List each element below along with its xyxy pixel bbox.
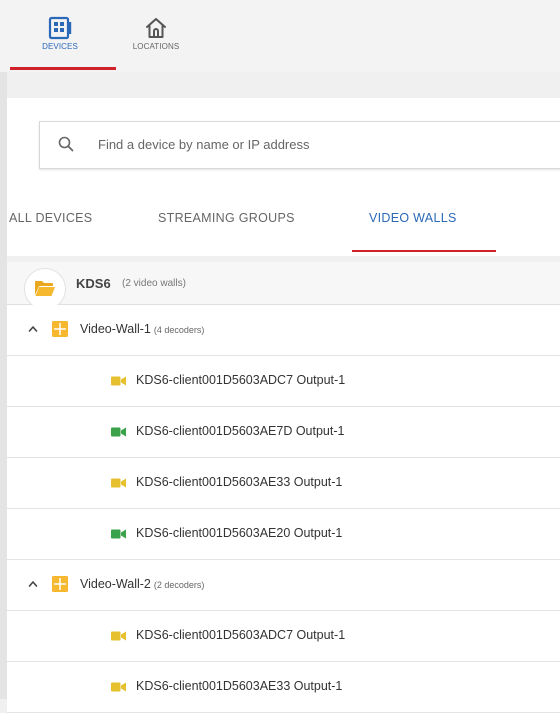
decoder-name: KDS6-client001D5603ADC7 Output-1 — [136, 373, 346, 387]
video-camera-icon — [111, 376, 126, 386]
decoder-row[interactable]: KDS6-client001D5603AE7D Output-1 — [7, 407, 560, 458]
sidebar-edge — [0, 72, 7, 699]
video-wall-row[interactable]: Video-Wall-1 (4 decoders) — [7, 305, 560, 356]
decoder-row[interactable]: KDS6-client001D5603AE33 Output-1 — [7, 662, 560, 713]
nav-tab-locations[interactable]: LOCATIONS — [116, 10, 196, 66]
active-tab-indicator — [352, 250, 496, 252]
tab-streaming-groups[interactable]: STREAMING GROUPS — [158, 211, 295, 225]
group-count: (2 video walls) — [122, 278, 186, 289]
decoder-name: KDS6-client001D5603AE33 Output-1 — [136, 475, 343, 489]
video-wall-name: Video-Wall-2 (2 decoders) — [80, 577, 204, 591]
video-camera-icon — [111, 631, 126, 641]
video-wall-row[interactable]: Video-Wall-2 (2 decoders) — [7, 560, 560, 611]
decoder-count: (4 decoders) — [153, 325, 205, 335]
search-input[interactable] — [98, 131, 558, 157]
video-wall-title: Video-Wall-1 — [80, 322, 151, 336]
video-wall-list: Video-Wall-1 (4 decoders) KDS6-client001D… — [7, 305, 560, 713]
decoder-name: KDS6-client001D5603ADC7 Output-1 — [136, 628, 346, 642]
video-camera-icon — [111, 427, 126, 437]
folder-badge — [24, 268, 66, 310]
decoder-name: KDS6-client001D5603AE7D Output-1 — [136, 424, 345, 438]
device-tabs: ALL DEVICES STREAMING GROUPS VIDEO WALLS — [7, 196, 560, 256]
video-camera-icon — [111, 478, 126, 488]
top-navigation: DEVICES LOCATIONS — [0, 0, 560, 72]
video-wall-name: Video-Wall-1 (4 decoders) — [80, 322, 204, 336]
video-camera-icon — [111, 682, 126, 692]
decoder-row[interactable]: KDS6-client001D5603ADC7 Output-1 — [7, 611, 560, 662]
tab-all-devices[interactable]: ALL DEVICES — [9, 211, 92, 225]
nav-locations-label: LOCATIONS — [132, 42, 180, 51]
search-area — [7, 98, 560, 196]
video-camera-icon — [111, 529, 126, 539]
tab-video-walls[interactable]: VIDEO WALLS — [369, 211, 457, 225]
folder-icon — [35, 281, 55, 296]
chevron-up-icon[interactable] — [28, 324, 38, 334]
decoder-row[interactable]: KDS6-client001D5603ADC7 Output-1 — [7, 356, 560, 407]
decoder-name: KDS6-client001D5603AE20 Output-1 — [136, 526, 343, 540]
nav-tab-devices[interactable]: DEVICES — [20, 10, 100, 66]
search-icon — [58, 136, 74, 152]
chevron-up-icon[interactable] — [28, 579, 38, 589]
group-name: KDS6 — [76, 276, 111, 291]
search-box — [39, 121, 560, 169]
video-wall-grid-icon — [52, 321, 68, 337]
active-nav-indicator — [10, 67, 116, 70]
decoder-count: (2 decoders) — [153, 580, 205, 590]
devices-icon — [48, 16, 72, 40]
decoder-name: KDS6-client001D5603AE33 Output-1 — [136, 679, 343, 693]
video-wall-title: Video-Wall-2 — [80, 577, 151, 591]
home-icon — [146, 18, 166, 38]
video-wall-grid-icon — [52, 576, 68, 592]
group-header[interactable]: KDS6 (2 video walls) — [7, 262, 560, 310]
decoder-row[interactable]: KDS6-client001D5603AE20 Output-1 — [7, 509, 560, 560]
nav-devices-label: DEVICES — [42, 42, 78, 51]
decoder-row[interactable]: KDS6-client001D5603AE33 Output-1 — [7, 458, 560, 509]
